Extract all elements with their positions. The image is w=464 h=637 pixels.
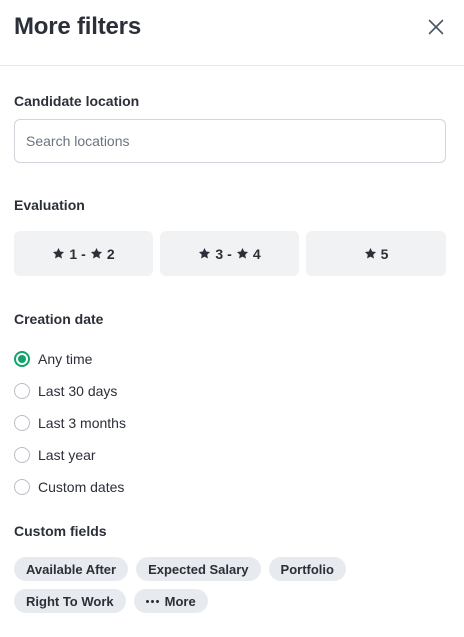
- radio-last-3-months[interactable]: Last 3 months: [14, 407, 126, 439]
- evaluation-options: 1 - 2 3 - 4 5: [14, 231, 446, 276]
- radio-last-year[interactable]: Last year: [14, 439, 126, 471]
- evaluation-to: 2: [106, 245, 115, 262]
- creation-date-label: Creation date: [14, 311, 104, 327]
- evaluation-5-button[interactable]: 5: [306, 231, 446, 276]
- custom-fields-label: Custom fields: [14, 523, 107, 539]
- chip-right-to-work[interactable]: Right To Work: [14, 589, 126, 613]
- location-label: Candidate location: [14, 93, 140, 109]
- chip-expected-salary[interactable]: Expected Salary: [136, 557, 261, 581]
- more-fields-button[interactable]: More: [133, 589, 208, 613]
- chip-portfolio[interactable]: Portfolio: [268, 557, 346, 581]
- radio-custom-dates[interactable]: Custom dates: [14, 471, 126, 503]
- close-button[interactable]: [424, 15, 448, 39]
- page-title: More filters: [14, 12, 141, 40]
- radio-button[interactable]: [14, 383, 30, 399]
- custom-fields-chips: Available After Expected Salary Portfoli…: [14, 557, 454, 613]
- evaluation-from: 3: [215, 245, 224, 262]
- star-icon: [364, 247, 376, 259]
- evaluation-separator: -: [81, 245, 86, 262]
- evaluation-1-2-button[interactable]: 1 - 2: [14, 231, 153, 276]
- radio-button[interactable]: [14, 479, 30, 495]
- star-icon: [53, 247, 65, 259]
- radio-button[interactable]: [14, 415, 30, 431]
- evaluation-separator: -: [227, 245, 232, 262]
- evaluation-label: Evaluation: [14, 197, 85, 213]
- radio-label: Any time: [38, 351, 93, 367]
- chip-available-after[interactable]: Available After: [14, 557, 129, 581]
- more-label: More: [164, 593, 196, 609]
- close-icon: [428, 19, 444, 34]
- star-icon: [236, 247, 248, 259]
- radio-any-time[interactable]: Any time: [14, 343, 126, 375]
- radio-label: Custom dates: [38, 479, 125, 495]
- radio-label: Last 3 months: [38, 415, 126, 431]
- radio-button[interactable]: [14, 447, 30, 463]
- location-search-input[interactable]: [14, 119, 446, 163]
- evaluation-from: 5: [380, 245, 389, 262]
- radio-label: Last year: [38, 447, 96, 463]
- star-icon: [90, 247, 102, 259]
- evaluation-3-4-button[interactable]: 3 - 4: [160, 231, 299, 276]
- evaluation-from: 1: [69, 245, 78, 262]
- creation-date-options: Any time Last 30 days Last 3 months Last…: [14, 343, 126, 503]
- evaluation-to: 4: [252, 245, 261, 262]
- ellipsis-icon: [145, 599, 159, 603]
- modal-header: More filters: [0, 0, 464, 66]
- radio-label: Last 30 days: [38, 383, 118, 399]
- radio-button-checked[interactable]: [14, 351, 30, 367]
- radio-last-30-days[interactable]: Last 30 days: [14, 375, 126, 407]
- star-icon: [199, 247, 211, 259]
